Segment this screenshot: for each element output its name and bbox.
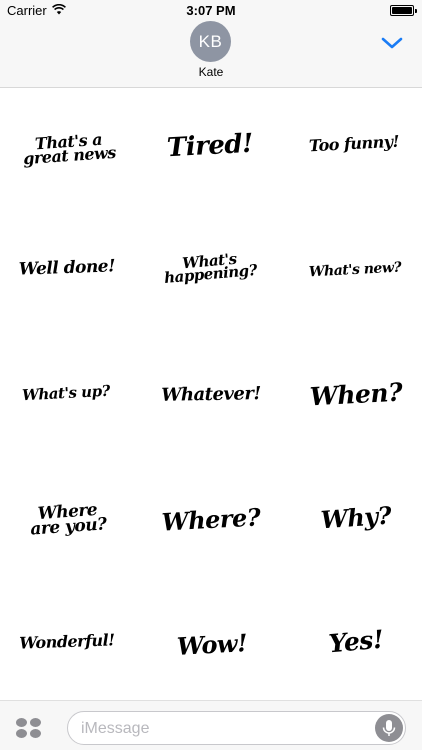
battery-icon bbox=[390, 5, 417, 16]
microphone-icon[interactable] bbox=[375, 714, 403, 742]
sticker-whats-new[interactable]: What's new? bbox=[291, 252, 418, 289]
sticker-whats-happening[interactable]: What's happening? bbox=[144, 240, 276, 297]
sticker-when[interactable]: When? bbox=[295, 374, 417, 416]
conversation-header: Carrier 3:07 PM KB Kate bbox=[0, 0, 422, 88]
app-drawer-icon[interactable] bbox=[15, 716, 42, 740]
sticker-well-done[interactable]: Well done! bbox=[4, 252, 131, 286]
contact-avatar[interactable]: KB bbox=[190, 21, 231, 62]
status-bar: Carrier 3:07 PM bbox=[0, 0, 422, 22]
sticker-why[interactable]: Why? bbox=[297, 495, 415, 541]
sticker-thats-a-great-news[interactable]: That's a great news bbox=[2, 120, 135, 179]
sticker-whatever[interactable]: Whatever! bbox=[148, 378, 275, 412]
sticker-wonderful[interactable]: Wonderful! bbox=[4, 625, 131, 659]
chevron-down-icon[interactable] bbox=[381, 36, 403, 50]
message-input[interactable]: iMessage bbox=[67, 711, 406, 745]
contact-name[interactable]: Kate bbox=[0, 65, 422, 79]
status-time: 3:07 PM bbox=[186, 3, 236, 18]
sticker-wow[interactable]: Wow! bbox=[155, 624, 269, 666]
sticker-whats-up[interactable]: What's up? bbox=[3, 376, 128, 412]
sticker-too-funny[interactable]: Too funny! bbox=[289, 126, 418, 163]
sticker-where-are-you[interactable]: Where are you? bbox=[2, 492, 133, 549]
compose-bar: iMessage bbox=[0, 700, 422, 750]
sticker-yes[interactable]: Yes! bbox=[305, 619, 408, 666]
message-input-placeholder: iMessage bbox=[81, 720, 150, 737]
sticker-grid: That's a great news Tired! Too funny! We… bbox=[0, 89, 422, 700]
sticker-tired[interactable]: Tired! bbox=[149, 124, 271, 170]
sticker-where[interactable]: Where? bbox=[145, 498, 277, 543]
